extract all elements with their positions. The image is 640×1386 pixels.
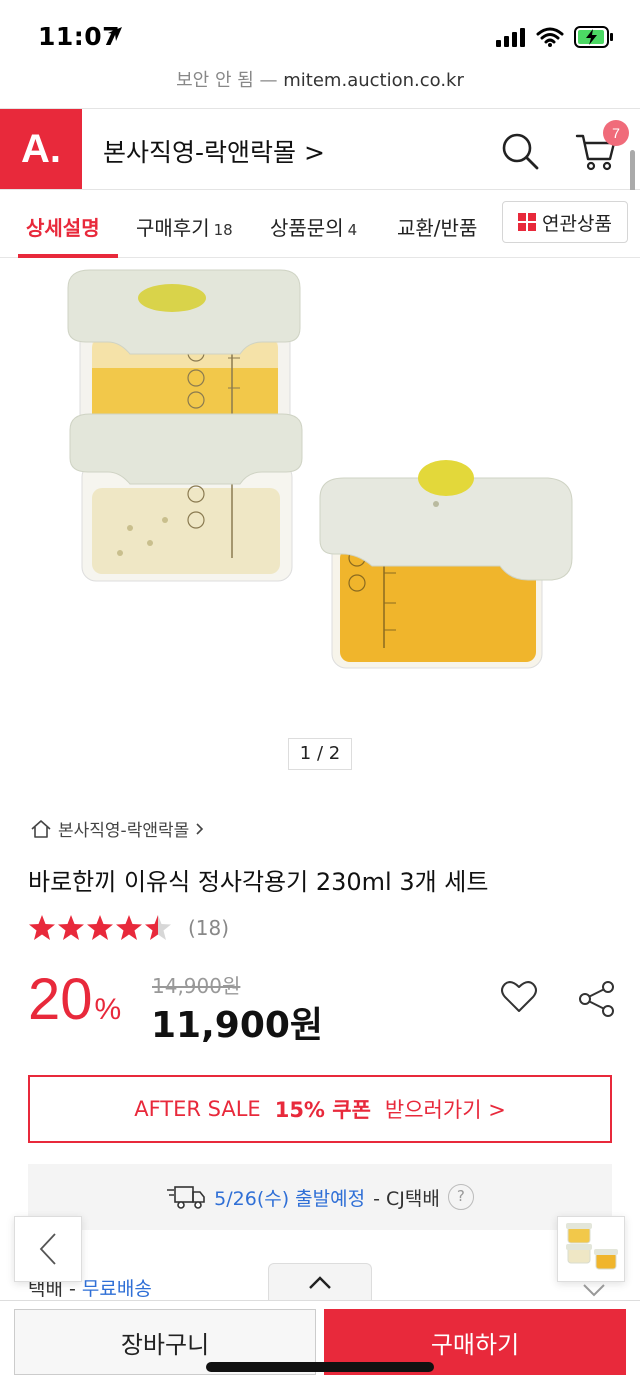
- sale-price: 11,900원: [151, 1005, 324, 1046]
- product-thumbnail-image: [566, 1223, 618, 1270]
- app-header: A. 본사직영-락앤락몰 >: [0, 108, 640, 190]
- coupon-action: 받으러가기 >: [384, 1098, 506, 1122]
- breadcrumb-store: 본사직영-락앤락몰: [58, 821, 190, 841]
- rating-stars: [29, 915, 171, 940]
- coupon-highlight: 15% 쿠폰: [274, 1098, 371, 1122]
- grid-icon: [518, 213, 537, 231]
- tab-label: 구매후기: [136, 216, 210, 240]
- heart-icon: [501, 981, 537, 1012]
- help-button[interactable]: ?: [447, 1184, 474, 1210]
- url-separator: —: [259, 70, 278, 91]
- store-name-link[interactable]: 본사직영-락앤락몰 >: [103, 133, 325, 169]
- recent-product-thumbnail[interactable]: [557, 1216, 625, 1282]
- battery-charging-icon: [574, 26, 613, 48]
- chevron-down-icon: [582, 1282, 606, 1301]
- status-icons: [496, 26, 614, 48]
- product-title: 바로한끼 이유식 정사각용기 230ml 3개 세트: [28, 868, 489, 896]
- chevron-right-icon: [196, 822, 204, 835]
- home-indicator[interactable]: [206, 1362, 434, 1372]
- location-arrow-icon: [107, 26, 123, 46]
- tab-label: 교환/반품: [397, 216, 478, 240]
- home-icon: [31, 819, 51, 838]
- expand-options-button[interactable]: [268, 1263, 372, 1301]
- share-icon: [579, 981, 614, 1017]
- auction-logo[interactable]: A.: [0, 109, 82, 189]
- related-products-label: 연관상품: [542, 212, 612, 235]
- tab-count: 18: [213, 221, 233, 239]
- tab-label: 상세설명: [26, 216, 100, 240]
- delivery-truck-icon: [167, 1186, 205, 1209]
- share-button[interactable]: [578, 980, 616, 1022]
- coupon-prefix: AFTER SALE: [134, 1097, 261, 1121]
- product-image-gallery[interactable]: [0, 258, 640, 728]
- back-button[interactable]: [14, 1216, 82, 1282]
- search-button[interactable]: [500, 131, 540, 175]
- shipping-carrier: - CJ택배: [373, 1187, 440, 1210]
- search-icon: [502, 133, 539, 170]
- cellular-signal-icon: [496, 28, 525, 47]
- tab-description[interactable]: 상세설명: [26, 212, 100, 241]
- security-label: 보안 안 됨: [176, 70, 254, 91]
- chevron-up-icon: [309, 1275, 331, 1289]
- status-bar: 11:07: [0, 0, 640, 68]
- breadcrumb[interactable]: 본사직영-락앤락몰: [30, 816, 205, 841]
- wifi-icon: [536, 27, 564, 47]
- gallery-page-indicator: 1 / 2: [288, 738, 352, 770]
- related-products-button[interactable]: 연관상품: [502, 201, 628, 243]
- original-price: 14,900원: [152, 974, 241, 998]
- tab-qna[interactable]: 상품문의 4: [270, 212, 357, 241]
- delivery-fee: 무료배송: [81, 1278, 152, 1300]
- bottom-action-bar: 장바구니 구매하기: [0, 1300, 640, 1386]
- wishlist-button[interactable]: [500, 980, 538, 1018]
- product-photo: [67, 269, 573, 669]
- discount-unit: %: [94, 993, 122, 1026]
- discount-number: 20: [28, 967, 93, 1032]
- browser-url-bar[interactable]: 보안 안 됨 — mitem.auction.co.kr: [0, 66, 640, 108]
- coupon-banner-button[interactable]: AFTER SALE 15% 쿠폰 받으러가기 >: [28, 1075, 612, 1143]
- url-domain: mitem.auction.co.kr: [283, 70, 464, 91]
- shipping-info: 5/26(수) 출발예정 - CJ택배 ?: [28, 1164, 612, 1230]
- tab-count: 4: [347, 221, 358, 239]
- rating[interactable]: (18): [28, 914, 229, 942]
- tab-reviews[interactable]: 구매후기 18: [136, 212, 233, 241]
- shipping-date: 5/26(수) 출발예정: [214, 1187, 366, 1210]
- review-count: (18): [188, 916, 230, 940]
- tab-label: 상품문의: [270, 216, 344, 240]
- chevron-left-icon: [39, 1233, 56, 1265]
- tab-exchange-return[interactable]: 교환/반품: [397, 212, 477, 241]
- cart-count-badge: 7: [603, 120, 629, 146]
- discount-rate: 20%: [28, 966, 121, 1033]
